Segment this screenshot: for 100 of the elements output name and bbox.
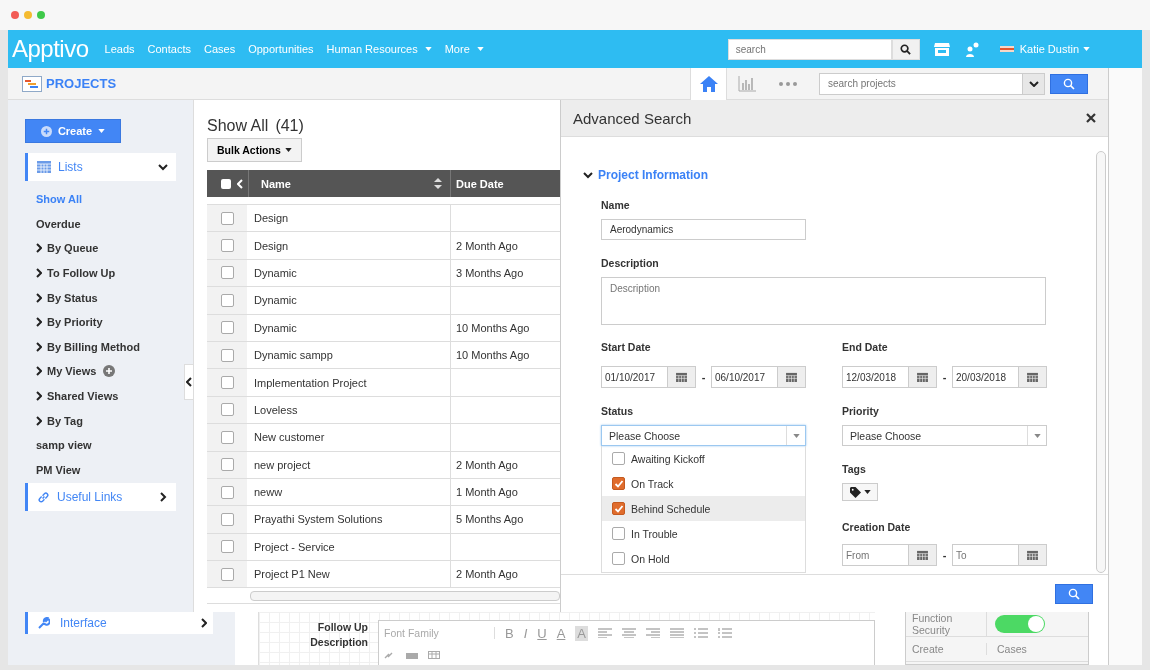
lists-section[interactable]: Lists bbox=[25, 153, 176, 181]
numbered-list-icon[interactable] bbox=[718, 628, 733, 638]
checkbox[interactable] bbox=[220, 513, 234, 526]
calendar-icon bbox=[1027, 372, 1038, 382]
dropdown-button[interactable] bbox=[1023, 72, 1045, 95]
date-field[interactable]: 06/10/2017 bbox=[711, 366, 778, 388]
status-option[interactable]: On Hold bbox=[602, 546, 805, 571]
column-header[interactable]: Name bbox=[249, 170, 451, 197]
calendar-button[interactable] bbox=[909, 366, 937, 388]
sidebar-item[interactable]: By Tag bbox=[36, 408, 83, 433]
calendar-icon bbox=[917, 550, 928, 560]
checkbox[interactable] bbox=[220, 430, 234, 444]
sidebar-item[interactable]: By Status bbox=[36, 285, 98, 310]
people-icon[interactable] bbox=[963, 41, 980, 57]
projects-icon bbox=[22, 75, 42, 92]
date-field[interactable]: 12/03/2018 bbox=[842, 366, 909, 388]
date-field[interactable]: From bbox=[842, 544, 909, 566]
chevron-down-icon bbox=[1028, 80, 1039, 87]
search-field[interactable]: search projects bbox=[819, 72, 1023, 95]
checkbox[interactable] bbox=[612, 452, 625, 465]
align-right-icon[interactable] bbox=[646, 628, 661, 638]
close-button[interactable] bbox=[1086, 113, 1096, 123]
sidebar-item[interactable]: My Views bbox=[36, 359, 116, 384]
sidebar-item[interactable]: To Follow Up bbox=[36, 260, 116, 286]
checkbox[interactable] bbox=[220, 266, 234, 280]
checkbox[interactable] bbox=[220, 540, 234, 554]
justify-icon[interactable] bbox=[670, 628, 685, 638]
bullet-list-icon[interactable] bbox=[694, 628, 709, 638]
scrollbar[interactable] bbox=[1096, 151, 1106, 573]
calendar-button[interactable] bbox=[668, 366, 696, 388]
chevron-right-icon bbox=[201, 618, 207, 628]
collapse-button[interactable] bbox=[184, 364, 193, 400]
checkbox[interactable] bbox=[612, 502, 625, 515]
calendar-button[interactable] bbox=[1019, 366, 1047, 388]
scrollbar[interactable] bbox=[250, 591, 560, 602]
status-option[interactable]: Behind Schedule bbox=[602, 496, 805, 521]
date-field[interactable]: To bbox=[952, 544, 1019, 566]
sidebar-item[interactable]: Interface bbox=[25, 612, 213, 634]
sidebar-item[interactable]: By Billing Method bbox=[36, 334, 140, 360]
sort-icon bbox=[434, 178, 442, 189]
checkbox[interactable] bbox=[220, 376, 234, 390]
setting-value: Cases bbox=[997, 643, 1027, 655]
field-label: End Date bbox=[842, 340, 889, 354]
checkbox[interactable] bbox=[220, 403, 234, 417]
calendar-button[interactable] bbox=[778, 366, 806, 388]
calendar-icon bbox=[676, 372, 687, 382]
checkbox[interactable] bbox=[612, 527, 625, 540]
sidebar-item[interactable]: By Priority bbox=[36, 309, 103, 335]
search-field[interactable]: search bbox=[727, 38, 892, 60]
table-cell: Dynamic sampp bbox=[249, 341, 451, 369]
status-option[interactable]: Awaiting Kickoff bbox=[602, 446, 805, 471]
checkbox[interactable] bbox=[220, 321, 234, 335]
column-header[interactable]: Due Date bbox=[451, 170, 560, 197]
close-dot[interactable] bbox=[11, 11, 19, 19]
name-field[interactable]: Aerodynamics bbox=[601, 219, 806, 240]
table-cell: 3 Months Ago bbox=[456, 266, 524, 279]
minimize-dot[interactable] bbox=[24, 11, 32, 19]
checkbox[interactable] bbox=[220, 567, 234, 581]
status-select[interactable]: Please Choose bbox=[601, 425, 806, 446]
calendar-button[interactable] bbox=[909, 544, 937, 566]
checkbox[interactable] bbox=[612, 552, 625, 565]
chevron-left-icon[interactable] bbox=[237, 178, 243, 189]
checkbox[interactable] bbox=[220, 239, 234, 253]
table-icon[interactable] bbox=[428, 651, 440, 659]
sidebar-item[interactable]: Overdue bbox=[36, 211, 81, 237]
description-field[interactable]: Description bbox=[601, 277, 1046, 325]
toggle-switch[interactable] bbox=[995, 615, 1045, 633]
priority-select[interactable]: Please Choose bbox=[842, 425, 1047, 446]
bulk-actions-button[interactable]: Bulk Actions bbox=[207, 138, 302, 162]
bar-chart-icon[interactable] bbox=[738, 75, 756, 92]
section-toggle[interactable]: Project Information bbox=[583, 167, 708, 183]
align-left-icon[interactable] bbox=[598, 628, 613, 638]
chevron-right-icon bbox=[36, 341, 42, 352]
sidebar-item[interactable]: Shared Views bbox=[36, 383, 119, 409]
table-cell: 2 Month Ago bbox=[456, 239, 518, 252]
checkbox[interactable] bbox=[612, 477, 625, 490]
sidebar-item[interactable]: samp view bbox=[36, 432, 92, 458]
useful-links-section[interactable]: Useful Links bbox=[25, 483, 176, 512]
checkbox[interactable] bbox=[220, 293, 234, 307]
checkbox[interactable] bbox=[220, 485, 234, 499]
tags-button[interactable] bbox=[842, 483, 878, 501]
align-center-icon[interactable] bbox=[622, 628, 637, 638]
sidebar-item[interactable]: By Queue bbox=[36, 236, 99, 261]
status-option[interactable]: In Trouble bbox=[602, 521, 805, 546]
zoom-dot[interactable] bbox=[37, 11, 45, 19]
checkbox[interactable] bbox=[220, 348, 234, 362]
checkbox[interactable] bbox=[220, 458, 234, 472]
date-field[interactable]: 01/10/2017 bbox=[601, 366, 668, 388]
field-label: Priority bbox=[842, 404, 880, 418]
store-icon[interactable] bbox=[933, 41, 950, 57]
date-field[interactable]: 20/03/2018 bbox=[952, 366, 1019, 388]
create-button[interactable]: Create bbox=[25, 119, 121, 143]
calendar-button[interactable] bbox=[1019, 544, 1047, 566]
checkbox[interactable] bbox=[220, 211, 234, 225]
select-all-checkbox[interactable] bbox=[221, 178, 231, 189]
status-option[interactable]: On Track bbox=[602, 471, 805, 496]
sidebar-item[interactable]: PM View bbox=[36, 457, 81, 483]
more-icon[interactable] bbox=[779, 81, 797, 86]
home-button[interactable] bbox=[690, 67, 727, 100]
plus-circle-icon[interactable] bbox=[103, 365, 116, 378]
